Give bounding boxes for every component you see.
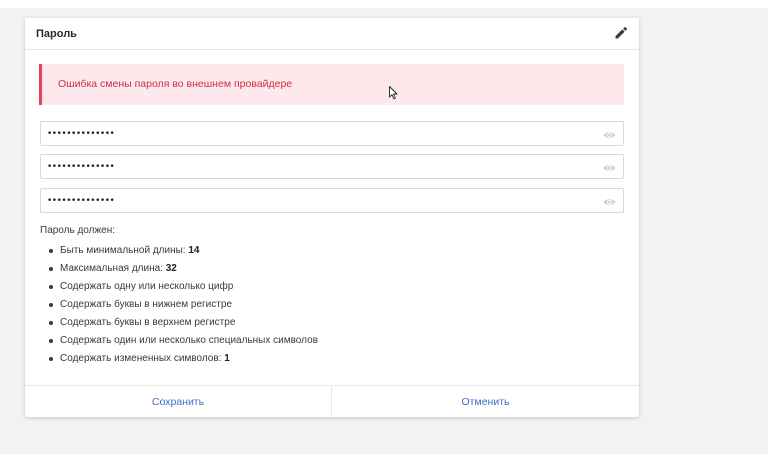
requirement-min-length: Быть минимальной длины: 14	[47, 242, 318, 260]
requirement-digits: Содержать одну или несколько цифр	[47, 278, 318, 296]
requirement-special-chars: Содержать один или несколько специальных…	[47, 332, 318, 350]
requirement-uppercase: Содержать буквы в верхнем регистре	[47, 314, 318, 332]
card-header: Пароль	[25, 18, 639, 50]
save-button[interactable]: Сохранить	[25, 386, 332, 418]
mouse-pointer-icon	[389, 86, 399, 100]
cancel-button[interactable]: Отменить	[332, 386, 639, 418]
eye-icon[interactable]	[603, 161, 616, 173]
password-card: Пароль Ошибка смены пароля во внешнем пр…	[25, 18, 639, 418]
error-alert: Ошибка смены пароля во внешнем провайдер…	[39, 64, 624, 105]
password-input-current[interactable]	[47, 127, 587, 141]
requirement-max-length: Максимальная длина: 32	[47, 260, 318, 278]
card-footer: Сохранить Отменить	[25, 385, 639, 418]
requirement-changed-chars: Содержать измененных символов: 1	[47, 350, 318, 368]
password-input-confirm[interactable]	[47, 194, 587, 208]
requirement-lowercase: Содержать буквы в нижнем регистре	[47, 296, 318, 314]
requirements-title: Пароль должен:	[40, 225, 116, 236]
password-field-current[interactable]	[40, 121, 624, 146]
eye-icon[interactable]	[603, 128, 616, 140]
password-input-new[interactable]	[47, 160, 587, 174]
card-title: Пароль	[36, 28, 77, 40]
password-field-new[interactable]	[40, 154, 624, 179]
pencil-icon[interactable]	[614, 26, 628, 40]
password-field-confirm[interactable]	[40, 188, 624, 213]
requirements-list: Быть минимальной длины: 14 Максимальная …	[47, 242, 318, 368]
error-message: Ошибка смены пароля во внешнем провайдер…	[58, 78, 293, 90]
top-strip	[0, 0, 768, 8]
eye-icon[interactable]	[603, 195, 616, 207]
